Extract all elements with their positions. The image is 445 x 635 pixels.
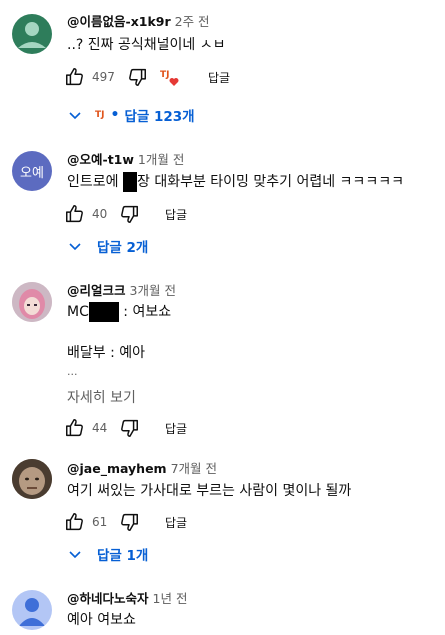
creator-heart: TJ bbox=[160, 65, 182, 89]
like-button[interactable]: 61 bbox=[64, 510, 107, 534]
author-name[interactable]: @하네다노숙자 bbox=[67, 591, 149, 606]
thumbs-up-icon bbox=[66, 513, 83, 531]
dislike-button[interactable] bbox=[118, 202, 140, 226]
like-count: 44 bbox=[92, 421, 108, 435]
default-avatar-icon bbox=[19, 598, 45, 626]
comment-header: @이름없음-x1k9r 2주 전 bbox=[67, 14, 210, 30]
thumbs-down-icon bbox=[129, 68, 146, 86]
thumbs-up-icon bbox=[66, 205, 83, 223]
avatar[interactable] bbox=[12, 459, 52, 499]
chevron-down-icon bbox=[69, 551, 81, 559]
like-count: 497 bbox=[92, 70, 115, 84]
like-button[interactable]: 497 bbox=[64, 65, 115, 89]
read-more-button[interactable]: 자세히 보기 bbox=[67, 387, 136, 407]
comment-header: @오예-t1w 1개월 전 bbox=[67, 152, 184, 168]
thumbs-down-icon bbox=[121, 419, 138, 437]
thumbs-up-icon bbox=[66, 68, 83, 86]
comment-text: 예아 여보쇼 bbox=[67, 612, 136, 628]
reply-button[interactable]: 답글 bbox=[208, 69, 230, 86]
replies-label: 답글 1개 bbox=[97, 548, 149, 564]
author-name[interactable]: @오예-t1w bbox=[67, 152, 134, 167]
timestamp[interactable]: 3개월 전 bbox=[130, 283, 176, 298]
timestamp[interactable]: 7개월 전 bbox=[171, 461, 217, 476]
thumbs-up-icon bbox=[66, 419, 83, 437]
thumbs-down-icon bbox=[121, 205, 138, 223]
view-replies-button[interactable]: 답글 2개 bbox=[67, 235, 148, 257]
like-button[interactable]: 40 bbox=[64, 202, 107, 226]
creator-avatar-mini: TJ bbox=[95, 110, 105, 120]
comment-text-line: ... bbox=[67, 365, 78, 378]
comment-actions: 497 TJ 답글 bbox=[64, 65, 364, 89]
chevron-down-icon bbox=[69, 243, 81, 251]
like-button[interactable]: 44 bbox=[64, 416, 107, 440]
heart-icon bbox=[169, 78, 179, 86]
comment-text-line: MC : 여보쇼 bbox=[67, 302, 171, 322]
avatar-initials: 오예 bbox=[20, 165, 44, 181]
comment-text-part: MC bbox=[67, 304, 89, 320]
timestamp[interactable]: 2주 전 bbox=[175, 14, 210, 29]
avatar[interactable] bbox=[12, 14, 52, 54]
bullet-separator: • bbox=[110, 107, 120, 123]
like-count: 61 bbox=[92, 515, 108, 529]
avatar[interactable] bbox=[12, 282, 52, 322]
comment-header: @jae_mayhem 7개월 전 bbox=[67, 461, 217, 477]
author-name[interactable]: @이름없음-x1k9r bbox=[67, 14, 171, 29]
comment-actions: 61 답글 bbox=[64, 510, 364, 534]
reply-button[interactable]: 답글 bbox=[165, 514, 187, 531]
timestamp[interactable]: 1년 전 bbox=[153, 591, 188, 606]
dislike-button[interactable] bbox=[118, 416, 140, 440]
avatar[interactable]: 오예 bbox=[12, 151, 52, 191]
redaction-block bbox=[88, 302, 119, 322]
dislike-button[interactable] bbox=[118, 510, 140, 534]
like-count: 40 bbox=[92, 207, 108, 221]
replies-label: 답글 2개 bbox=[97, 240, 149, 256]
redaction-block bbox=[122, 172, 137, 192]
comment-text-part: 인트로에 bbox=[67, 174, 123, 190]
comment-actions: 44 답글 bbox=[64, 416, 364, 440]
reply-button[interactable]: 답글 bbox=[165, 206, 187, 223]
author-name[interactable]: @리얼크크 bbox=[67, 283, 126, 298]
comment-text-part: : 여보쇼 bbox=[118, 304, 172, 320]
comment-text-line: 배달부 : 예아 bbox=[67, 345, 146, 361]
author-name[interactable]: @jae_mayhem bbox=[67, 461, 167, 476]
comment-header: @리얼크크 3개월 전 bbox=[67, 283, 176, 299]
avatar[interactable] bbox=[12, 590, 52, 630]
dislike-button[interactable] bbox=[126, 65, 148, 89]
reply-button[interactable]: 답글 bbox=[165, 420, 187, 437]
comment-actions: 40 답글 bbox=[64, 202, 364, 226]
view-replies-button[interactable]: TJ • 답글 123개 bbox=[67, 104, 195, 126]
comment-text: 인트로에 장 대화부분 타이밍 맞추기 어렵네 ㅋㅋㅋㅋㅋ bbox=[67, 172, 404, 192]
comment-text: 여기 써있는 가사대로 부르는 사람이 몇이나 될까 bbox=[67, 483, 352, 499]
comment-header: @하네다노숙자 1년 전 bbox=[67, 591, 187, 607]
comment-text: ..? 진짜 공식채널이네 ㅅㅂ bbox=[67, 37, 226, 53]
thumbs-down-icon bbox=[121, 513, 138, 531]
timestamp[interactable]: 1개월 전 bbox=[138, 152, 184, 167]
chevron-down-icon bbox=[69, 112, 81, 120]
comment-text-part: 장 대화부분 타이밍 맞추기 어렵네 ㅋㅋㅋㅋㅋ bbox=[136, 174, 404, 190]
view-replies-button[interactable]: 답글 1개 bbox=[67, 543, 148, 565]
replies-label: 답글 123개 bbox=[124, 109, 195, 125]
